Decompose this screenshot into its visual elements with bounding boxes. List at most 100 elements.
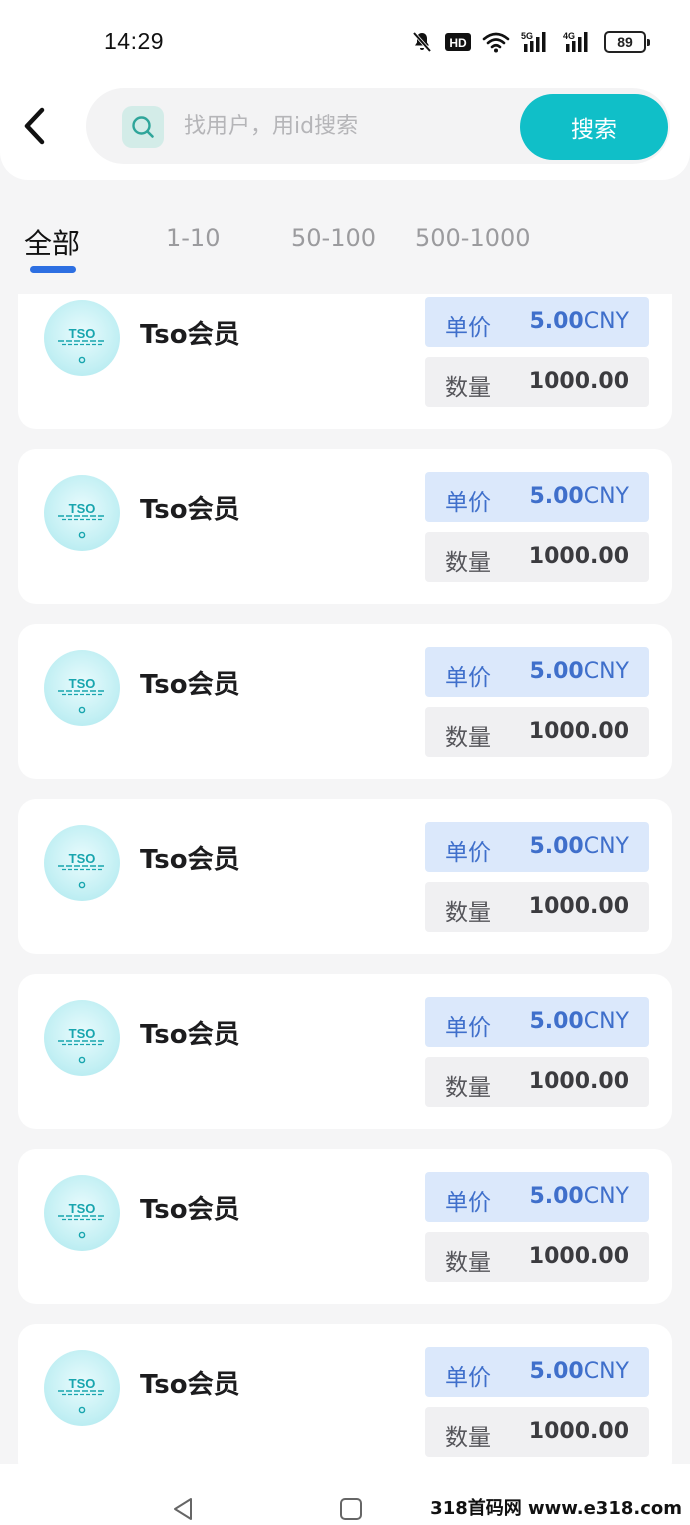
quantity-box: 数量 1000.00 <box>425 357 649 407</box>
price-label: 单价 <box>445 490 491 516</box>
quantity-box: 数量 1000.00 <box>425 707 649 757</box>
price-box: 单价 5.00CNY <box>425 472 649 522</box>
svg-text:TSO: TSO <box>69 1201 96 1216</box>
filter-tabs: 全部 1-10 50-100 500-1000 <box>0 206 690 282</box>
quantity-box: 数量 1000.00 <box>425 1057 649 1107</box>
quantity-value: 1000.00 <box>528 1419 629 1444</box>
avatar: TSO <box>44 475 120 551</box>
price-label: 单价 <box>445 840 491 866</box>
avatar: TSO <box>44 1175 120 1251</box>
item-name: Tso会员 <box>140 845 240 875</box>
quantity-box: 数量 1000.00 <box>425 882 649 932</box>
quantity-label: 数量 <box>445 900 491 926</box>
quantity-label: 数量 <box>445 725 491 751</box>
quantity-value: 1000.00 <box>528 1244 629 1269</box>
price-box: 单价 5.00CNY <box>425 1347 649 1397</box>
listing-card[interactable]: TSO Tso会员 单价 5.00CNY 数量 1000.00 <box>18 799 672 954</box>
avatar: TSO <box>44 1350 120 1426</box>
quantity-value: 1000.00 <box>528 1069 629 1094</box>
price-value: 5.00CNY <box>529 484 629 509</box>
signal-4g-icon: 4G <box>562 30 594 54</box>
svg-text:5G: 5G <box>521 31 533 41</box>
quantity-label: 数量 <box>445 1425 491 1451</box>
listing-card[interactable]: TSO Tso会员 单价 5.00CNY 数量 1000.00 <box>18 449 672 604</box>
price-box: 单价 5.00CNY <box>425 647 649 697</box>
svg-text:TSO: TSO <box>69 676 96 691</box>
price-label: 单价 <box>445 315 491 341</box>
status-time: 14:29 <box>104 28 165 54</box>
item-name: Tso会员 <box>140 495 240 525</box>
tso-logo-icon: TSO <box>58 1026 106 1064</box>
avatar: TSO <box>44 825 120 901</box>
listing-card[interactable]: TSO Tso会员 单价 5.00CNY 数量 1000.00 <box>18 624 672 779</box>
status-bar: 14:29 HD 5G 4G 89 <box>0 0 690 84</box>
svg-text:TSO: TSO <box>69 851 96 866</box>
svg-text:TSO: TSO <box>69 326 96 341</box>
back-button[interactable] <box>14 104 54 148</box>
item-name: Tso会员 <box>140 1370 240 1400</box>
item-name: Tso会员 <box>140 1195 240 1225</box>
avatar: TSO <box>44 650 120 726</box>
quantity-value: 1000.00 <box>528 369 629 394</box>
listing-card[interactable]: TSO Tso会员 单价 5.00CNY 数量 1000.00 <box>18 1324 672 1464</box>
tab-500-1000[interactable]: 500-1000 <box>415 224 531 252</box>
quantity-box: 数量 1000.00 <box>425 532 649 582</box>
price-box: 单价 5.00CNY <box>425 997 649 1047</box>
price-label: 单价 <box>445 1015 491 1041</box>
item-name: Tso会员 <box>140 670 240 700</box>
listing-card[interactable]: TSO Tso会员 单价 5.00CNY 数量 1000.00 <box>18 1149 672 1304</box>
triangle-back-icon[interactable] <box>170 1496 196 1525</box>
price-label: 单价 <box>445 1365 491 1391</box>
price-value: 5.00CNY <box>529 309 629 334</box>
tso-logo-icon: TSO <box>58 1201 106 1239</box>
svg-text:TSO: TSO <box>69 1026 96 1041</box>
quantity-label: 数量 <box>445 1250 491 1276</box>
price-box: 单价 5.00CNY <box>425 1172 649 1222</box>
watermark: 318首码网 www.e318.com <box>430 1498 682 1519</box>
tab-all[interactable]: 全部 <box>24 222 80 262</box>
svg-text:TSO: TSO <box>69 501 96 516</box>
tso-logo-icon: TSO <box>58 851 106 889</box>
listing-list: TSO Tso会员 单价 5.00CNY 数量 1000.00 TSO Tso会… <box>18 294 672 1464</box>
mute-bell-icon <box>410 30 434 54</box>
tab-1-10[interactable]: 1-10 <box>166 224 220 252</box>
svg-text:4G: 4G <box>563 31 575 41</box>
search-icon <box>122 106 164 148</box>
search-input[interactable] <box>184 102 504 150</box>
hd-icon: HD <box>444 31 472 53</box>
svg-text:HD: HD <box>449 36 467 50</box>
square-home-icon[interactable] <box>338 1496 364 1525</box>
header: 搜索 <box>0 84 690 180</box>
avatar: TSO <box>44 300 120 376</box>
price-value: 5.00CNY <box>529 1184 629 1209</box>
listing-card[interactable]: TSO Tso会员 单价 5.00CNY 数量 1000.00 <box>18 974 672 1129</box>
tab-indicator <box>30 266 76 273</box>
item-name: Tso会员 <box>140 1020 240 1050</box>
status-icons: HD 5G 4G 89 <box>410 28 650 56</box>
battery-icon: 89 <box>604 31 650 53</box>
quantity-label: 数量 <box>445 550 491 576</box>
battery-level: 89 <box>617 34 633 50</box>
quantity-value: 1000.00 <box>528 544 629 569</box>
list-viewport[interactable]: TSO Tso会员 单价 5.00CNY 数量 1000.00 TSO Tso会… <box>0 294 690 1464</box>
search-button[interactable]: 搜索 <box>520 94 668 160</box>
quantity-label: 数量 <box>445 1075 491 1101</box>
avatar: TSO <box>44 1000 120 1076</box>
tso-logo-icon: TSO <box>58 326 106 364</box>
quantity-value: 1000.00 <box>528 719 629 744</box>
search-box[interactable]: 搜索 <box>86 88 670 164</box>
price-value: 5.00CNY <box>529 1009 629 1034</box>
price-label: 单价 <box>445 1190 491 1216</box>
quantity-box: 数量 1000.00 <box>425 1232 649 1282</box>
item-name: Tso会员 <box>140 320 240 350</box>
signal-5g-icon: 5G <box>520 30 552 54</box>
price-box: 单价 5.00CNY <box>425 297 649 347</box>
tab-50-100[interactable]: 50-100 <box>291 224 376 252</box>
price-value: 5.00CNY <box>529 1359 629 1384</box>
price-value: 5.00CNY <box>529 659 629 684</box>
quantity-label: 数量 <box>445 375 491 401</box>
listing-card[interactable]: TSO Tso会员 单价 5.00CNY 数量 1000.00 <box>18 294 672 429</box>
system-nav-bar: 318首码网 www.e318.com <box>0 1464 690 1525</box>
tso-logo-icon: TSO <box>58 501 106 539</box>
price-value: 5.00CNY <box>529 834 629 859</box>
